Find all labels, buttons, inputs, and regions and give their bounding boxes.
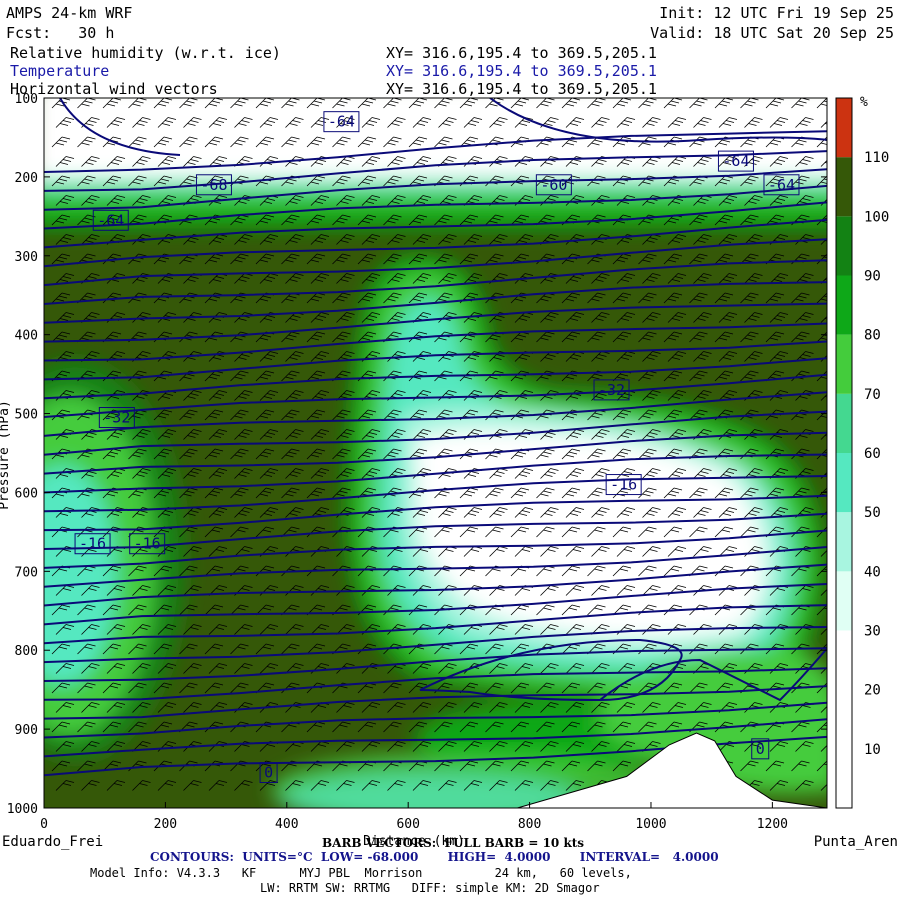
- colorbar-swatch-2: [836, 630, 852, 690]
- colorbar-tick-7: 80: [864, 328, 881, 344]
- colorbar-swatch-8: [836, 275, 852, 335]
- x-tick-label-5: 1000: [635, 817, 666, 832]
- colorbar-tick-10: 110: [864, 150, 889, 166]
- colorbar-tick-6: 70: [864, 387, 881, 403]
- temp-label-9: -16: [79, 535, 106, 553]
- left-station-label: Eduardo_Frei: [2, 834, 103, 850]
- physics-info: LW: RRTM SW: RRTMG DIFF: simple KM: 2D S…: [260, 881, 600, 895]
- colorbar-swatch-9: [836, 216, 852, 276]
- colorbar-tick-5: 60: [864, 446, 881, 462]
- temp-label-1: -68: [200, 176, 227, 194]
- colorbar-swatch-0: [836, 748, 852, 808]
- colorbar-swatch-5: [836, 453, 852, 513]
- right-station-label: Punta_Aren: [814, 834, 898, 850]
- colorbar-swatch-3: [836, 571, 852, 631]
- y-tick-label-1: 200: [15, 171, 38, 186]
- x-tick-label-3: 600: [396, 817, 419, 832]
- colorbar-swatch-7: [836, 334, 852, 394]
- colorbar: 10 20 30 40 50 60 70 80 90 100 110%: [835, 95, 889, 809]
- colorbar-swatch-11: [836, 98, 852, 158]
- y-tick-label-4: 500: [15, 408, 38, 423]
- colorbar-unit: %: [860, 95, 868, 110]
- x-tick-label-4: 800: [518, 817, 541, 832]
- y-tick-label-0: 100: [15, 92, 38, 107]
- colorbar-tick-9: 100: [864, 209, 889, 225]
- contour-legend: CONTOURS: UNITS=°C LOW= -68.000 HIGH= 4.…: [150, 850, 719, 864]
- temp-label-4: -64: [722, 152, 749, 170]
- barb-legend: BARB VECTORS: FULL BARB = 10 kts: [322, 836, 585, 850]
- x-tick-label-2: 400: [275, 817, 298, 832]
- y-tick-label-3: 400: [15, 329, 38, 344]
- model-info: Model Info: V4.3.3 KF MYJ PBL Morrison 2…: [90, 866, 632, 880]
- colorbar-tick-8: 90: [864, 269, 881, 285]
- colorbar-swatch-6: [836, 393, 852, 453]
- temp-label-11: 0: [756, 740, 765, 758]
- x-tick-label-1: 200: [154, 817, 177, 832]
- x-tick-label-6: 1200: [757, 817, 788, 832]
- temp-label-2: -64: [97, 211, 124, 229]
- colorbar-tick-4: 50: [864, 505, 881, 521]
- colorbar-swatch-10: [836, 157, 852, 217]
- y-tick-label-9: 1000: [7, 802, 38, 817]
- temp-label-10: -16: [134, 535, 161, 553]
- y-tick-label-6: 700: [15, 565, 38, 580]
- colorbar-swatch-1: [836, 689, 852, 749]
- y-tick-label-7: 800: [15, 644, 38, 659]
- y-tick-label-2: 300: [15, 250, 38, 265]
- colorbar-tick-2: 30: [864, 624, 881, 640]
- temp-label-3: -60: [540, 176, 567, 194]
- y-tick-label-5: 600: [15, 486, 38, 501]
- y-tick-label-8: 900: [15, 723, 38, 738]
- temp-label-8: -16: [610, 476, 637, 494]
- colorbar-swatch-4: [836, 512, 852, 572]
- cross-section-chart: -64-68-64-60-64-64-32-32-16-16 -1600 1002…: [0, 92, 898, 850]
- temp-label-7: -32: [103, 409, 130, 427]
- colorbar-tick-1: 20: [864, 683, 881, 699]
- colorbar-tick-0: 10: [864, 742, 881, 758]
- temp-label-12: 0: [264, 764, 273, 782]
- temp-label-6: -32: [598, 381, 625, 399]
- x-tick-label-0: 0: [40, 817, 48, 832]
- temp-label-0: -64: [328, 113, 355, 131]
- y-axis-label: Pressure (hPa): [0, 400, 12, 510]
- temp-label-5: -64: [768, 176, 795, 194]
- colorbar-tick-3: 40: [864, 564, 881, 580]
